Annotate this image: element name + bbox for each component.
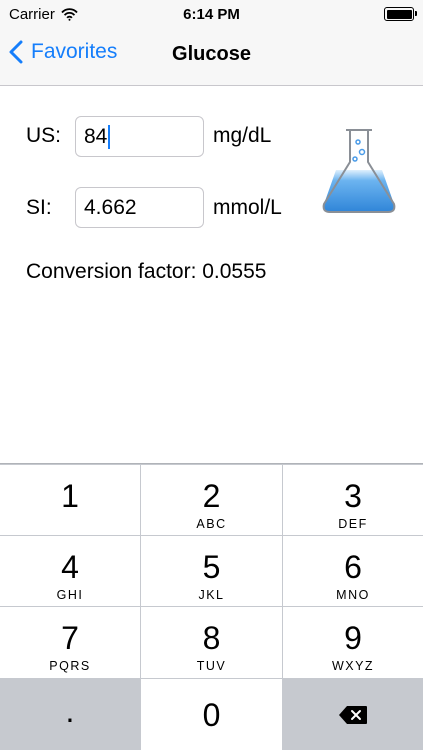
us-value-field[interactable]: 84	[75, 116, 204, 157]
top-bar: Carrier 6:14 PM Favorites Glucose	[0, 0, 423, 86]
si-value-field[interactable]: 4.662	[75, 187, 204, 228]
key-number: 2	[202, 478, 221, 514]
key-number: 4	[61, 549, 79, 585]
text-cursor	[108, 124, 111, 149]
us-label: US:	[26, 124, 62, 147]
si-label: SI:	[26, 196, 52, 219]
key-number: 9	[344, 620, 362, 656]
key-letters: ABC	[196, 517, 227, 531]
si-value-text: 4.662	[84, 195, 137, 219]
backspace-icon	[339, 706, 367, 724]
key-letters: GHI	[56, 588, 84, 602]
key-8[interactable]: 8 TUV	[141, 607, 282, 678]
us-value-text: 84	[84, 124, 108, 148]
key-number: 6	[344, 549, 362, 585]
decimal-key[interactable]: .	[0, 679, 140, 750]
key-2[interactable]: 2 ABC	[141, 465, 282, 535]
key-6[interactable]: 6 MNO	[283, 536, 423, 606]
key-3[interactable]: 3 DEF	[283, 465, 423, 535]
page-title: Glucose	[172, 43, 251, 65]
key-1[interactable]: 1	[0, 465, 140, 535]
key-number: 1	[61, 478, 79, 514]
key-9[interactable]: 9 WXYZ	[283, 607, 423, 678]
key-number: 0	[202, 697, 221, 733]
key-letters: WXYZ	[331, 659, 375, 673]
battery-icon	[384, 7, 417, 21]
key-letters: TUV	[196, 659, 227, 673]
key-letters: PQRS	[49, 659, 91, 673]
key-4[interactable]: 4 GHI	[0, 536, 140, 606]
us-unit-label: mg/dL	[213, 124, 272, 147]
key-letters: DEF	[338, 517, 368, 531]
numeric-keypad: 1 2 ABC 3 DEF 4 GHI 5 JKL 6 MNO 7 PQRS 8…	[0, 463, 423, 750]
key-letters: JKL	[198, 588, 225, 602]
delete-key[interactable]	[283, 679, 423, 750]
key-number: 5	[202, 549, 221, 585]
key-0[interactable]: 0	[141, 679, 282, 750]
key-number: 7	[61, 620, 79, 656]
status-bar: Carrier 6:14 PM	[0, 0, 423, 28]
decimal-symbol: .	[65, 693, 75, 729]
key-number: 8	[202, 620, 221, 656]
flask-icon	[322, 129, 396, 213]
key-5[interactable]: 5 JKL	[141, 536, 282, 606]
navigation-bar: Favorites Glucose	[0, 28, 423, 86]
key-number: 3	[344, 478, 362, 514]
key-letters: MNO	[336, 588, 370, 602]
si-unit-label: mmol/L	[213, 196, 282, 219]
key-7[interactable]: 7 PQRS	[0, 607, 140, 678]
status-time: 6:14 PM	[183, 6, 240, 23]
conversion-factor: Conversion factor: 0.0555	[26, 260, 267, 283]
